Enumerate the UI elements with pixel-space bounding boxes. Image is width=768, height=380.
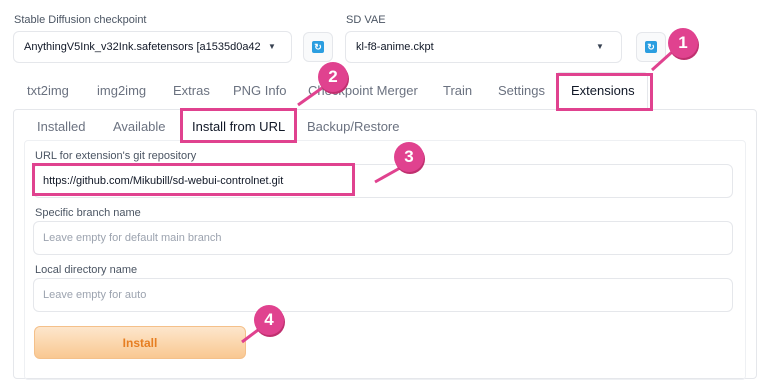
- pointer-line-3: [374, 166, 401, 184]
- step-badge-3: 3: [394, 142, 424, 172]
- pointer-line-2: [297, 86, 323, 107]
- step-badge-1: 1: [668, 28, 698, 58]
- pointer-line-1: [650, 50, 674, 72]
- step-badge-2: 2: [318, 62, 348, 92]
- step-badge-4: 4: [254, 305, 284, 335]
- annotation-lines: [241, 50, 674, 344]
- pointer-line-4: [241, 328, 259, 344]
